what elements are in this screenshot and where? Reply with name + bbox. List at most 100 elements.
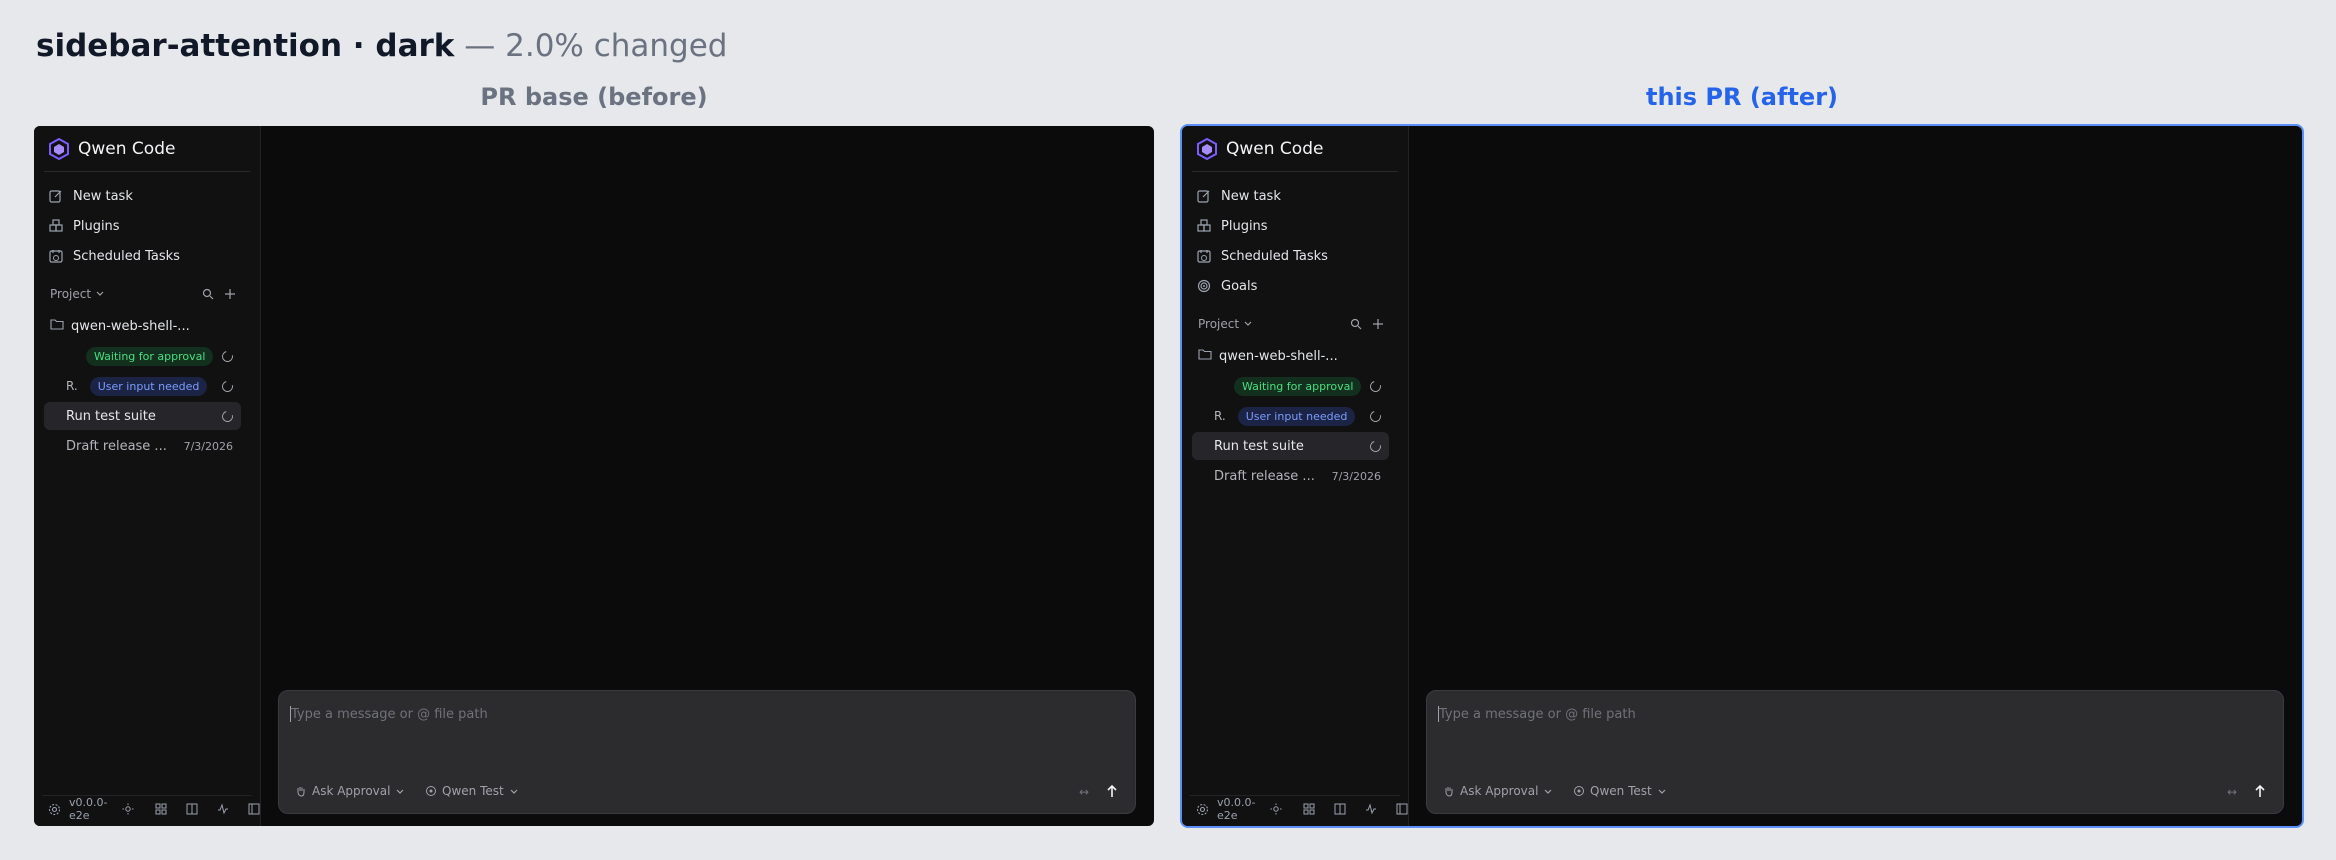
approval-label: Ask Approval <box>312 784 391 798</box>
message-composer[interactable]: Type a message or @ file path Ask Approv… <box>278 690 1136 814</box>
calendar-clock-icon <box>48 248 64 264</box>
layout-icon[interactable] <box>1334 803 1346 815</box>
folder-icon <box>1198 348 1212 364</box>
spinner-icon <box>1367 438 1384 454</box>
nav-label: New task <box>73 188 133 204</box>
nav-new-task[interactable]: New task <box>1196 184 1281 208</box>
status-badge: User input needed <box>1237 406 1356 426</box>
layout-icon[interactable] <box>186 803 198 815</box>
brand[interactable]: Qwen Code <box>1196 136 1323 162</box>
sidebar-footer: v0.0.0-e2e <box>1196 796 1408 822</box>
calendar-clock-icon <box>1196 248 1212 264</box>
chevron-down-icon <box>1243 317 1253 331</box>
grid-icon[interactable] <box>1303 803 1315 815</box>
nav-plugins[interactable]: Plugins <box>48 214 120 238</box>
activity-icon[interactable] <box>217 803 229 815</box>
session-row[interactable]: Draft release ... 7/3/2026 <box>1192 462 1389 490</box>
message-composer[interactable]: Type a message or @ file path Ask Approv… <box>1426 690 2284 814</box>
session-row[interactable]: Draft release ... 7/3/2026 <box>44 432 241 460</box>
arrow-up-icon <box>1107 784 1117 797</box>
app-name: Qwen Code <box>78 139 176 159</box>
session-title: R. <box>66 379 78 393</box>
nav-scheduled-tasks[interactable]: Scheduled Tasks <box>1196 244 1328 268</box>
sidebar-footer: v0.0.0-e2e <box>48 796 260 822</box>
expand-icon[interactable]: ↔ <box>1079 785 1089 799</box>
nav-scheduled-tasks[interactable]: Scheduled Tasks <box>48 244 180 268</box>
session-row[interactable]: Waiting for approval <box>1192 372 1389 400</box>
model-label: Qwen Test <box>1590 784 1652 798</box>
project-header: Project <box>1198 314 1384 334</box>
theme-icon[interactable] <box>1270 803 1282 815</box>
project-label: Project <box>1198 317 1240 331</box>
spinner-icon <box>219 348 236 364</box>
expand-icon[interactable]: ↔ <box>2227 785 2237 799</box>
activity-icon[interactable] <box>1365 803 1377 815</box>
settings-icon[interactable] <box>48 803 61 816</box>
add-icon[interactable] <box>224 288 236 300</box>
session-title: R. <box>1214 409 1226 423</box>
sidebar: Qwen Code New task Plugins Scheduled Tas… <box>34 126 261 826</box>
model-icon <box>425 785 437 797</box>
hand-icon <box>295 785 307 797</box>
settings-icon[interactable] <box>1196 803 1209 816</box>
session-title: Run test suite <box>1214 438 1304 454</box>
chevron-down-icon <box>395 786 405 796</box>
search-icon[interactable] <box>1350 318 1362 330</box>
project-dropdown[interactable]: Project <box>1198 317 1253 331</box>
approval-mode-dropdown[interactable]: Ask Approval <box>295 781 405 801</box>
session-row[interactable]: R. User input needed <box>44 372 241 400</box>
search-icon[interactable] <box>202 288 214 300</box>
send-button[interactable] <box>1103 781 1121 801</box>
qwen-logo-icon <box>48 138 70 160</box>
qwen-logo-icon <box>1196 138 1218 160</box>
project-label: Project <box>50 287 92 301</box>
nav-label: New task <box>1221 188 1281 204</box>
hand-icon <box>1443 785 1455 797</box>
model-icon <box>1573 785 1585 797</box>
divider <box>1192 171 1398 172</box>
project-folder[interactable]: qwen-web-shell-... <box>50 315 190 337</box>
nav-label: Plugins <box>73 218 120 234</box>
folder-name: qwen-web-shell-... <box>1219 348 1338 364</box>
session-title: Draft release ... <box>1214 468 1315 484</box>
approval-mode-dropdown[interactable]: Ask Approval <box>1443 781 1553 801</box>
sidebar-toggle-icon[interactable] <box>248 803 260 815</box>
spinner-icon <box>1367 408 1384 424</box>
composer-placeholder: Type a message or @ file path <box>291 707 488 722</box>
project-folder[interactable]: qwen-web-shell-... <box>1198 345 1338 367</box>
heading-subtitle: — 2.0% changed <box>454 28 728 64</box>
app-name: Qwen Code <box>1226 139 1324 159</box>
add-icon[interactable] <box>1372 318 1384 330</box>
send-button[interactable] <box>2251 781 2269 801</box>
model-dropdown[interactable]: Qwen Test <box>425 781 519 801</box>
session-row[interactable]: Waiting for approval <box>44 342 241 370</box>
status-badge: User input needed <box>89 376 208 396</box>
arrow-up-icon <box>2255 784 2265 797</box>
nav-label: Scheduled Tasks <box>1221 248 1328 264</box>
page-heading: sidebar-attention · dark — 2.0% changed <box>36 26 728 66</box>
nav-new-task[interactable]: New task <box>48 184 133 208</box>
sidebar: Qwen Code New task Plugins Scheduled Tas… <box>1182 126 1409 826</box>
nav-goals[interactable]: Goals <box>1196 274 1257 298</box>
divider <box>44 171 250 172</box>
project-dropdown[interactable]: Project <box>50 287 105 301</box>
session-row[interactable]: R. User input needed <box>1192 402 1389 430</box>
sidebar-toggle-icon[interactable] <box>1396 803 1408 815</box>
nav-plugins[interactable]: Plugins <box>1196 214 1268 238</box>
grid-icon[interactable] <box>155 803 167 815</box>
session-row-active[interactable]: Run test suite <box>44 402 241 430</box>
spinner-icon <box>219 378 236 394</box>
model-dropdown[interactable]: Qwen Test <box>1573 781 1667 801</box>
composer-placeholder: Type a message or @ file path <box>1439 707 1636 722</box>
session-row-active[interactable]: Run test suite <box>1192 432 1389 460</box>
session-date: 7/3/2026 <box>1331 469 1381 483</box>
version-label: v0.0.0-e2e <box>1217 796 1256 822</box>
brand[interactable]: Qwen Code <box>48 136 175 162</box>
edit-icon <box>1196 188 1212 204</box>
nav-label: Plugins <box>1221 218 1268 234</box>
version-label: v0.0.0-e2e <box>69 796 108 822</box>
theme-icon[interactable] <box>122 803 134 815</box>
spinner-icon <box>1367 378 1384 394</box>
folder-name: qwen-web-shell-... <box>71 318 190 334</box>
chevron-down-icon <box>1657 786 1667 796</box>
